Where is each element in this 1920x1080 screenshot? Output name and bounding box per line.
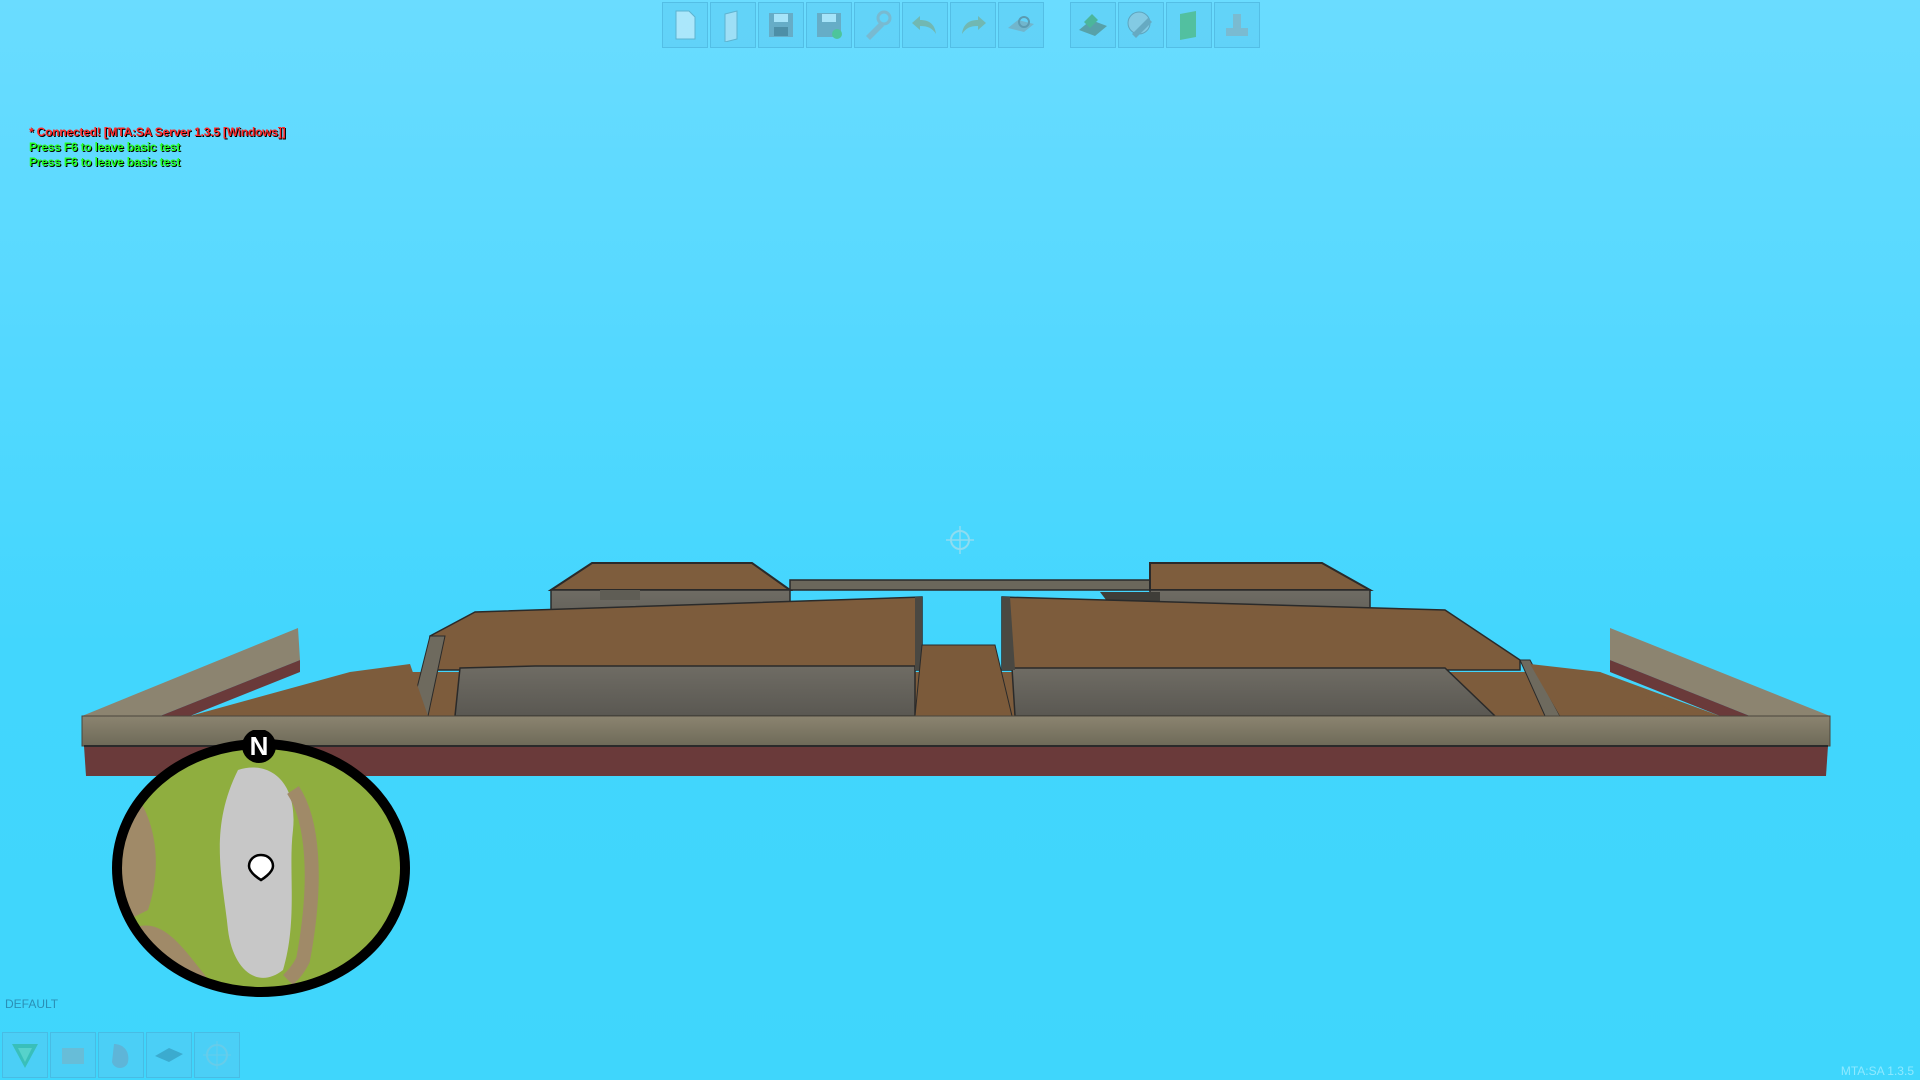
- crosshair-icon: [946, 526, 974, 554]
- save-icon: [769, 13, 793, 37]
- version-label: MTA:SA 1.3.5: [1840, 1064, 1914, 1078]
- bridge-beam: [789, 579, 1161, 591]
- locations-icon: [1008, 16, 1034, 32]
- new-button[interactable]: [662, 2, 708, 48]
- markers-icon: [155, 1048, 183, 1062]
- redo-button[interactable]: [950, 2, 996, 48]
- definitions-icon: [1180, 11, 1196, 40]
- crosshair-tool-button[interactable]: [194, 1032, 240, 1078]
- north-label: N: [250, 731, 269, 761]
- objects-button[interactable]: [2, 1032, 48, 1078]
- test-icon: [1079, 14, 1107, 36]
- undo-button[interactable]: [902, 2, 948, 48]
- current-elements-icon: [1226, 14, 1248, 36]
- peds-button[interactable]: [98, 1032, 144, 1078]
- crosshair-tool-icon: [203, 1041, 231, 1069]
- open-button[interactable]: [710, 2, 756, 48]
- chat-line: * Connected! [MTA:SA Server 1.3.5 [Windo…: [29, 125, 286, 139]
- left-mid-deck: [429, 596, 923, 671]
- mode-label: DEFAULT: [5, 997, 59, 1011]
- objects-icon: [12, 1044, 38, 1068]
- current-elements-button[interactable]: [1214, 2, 1260, 48]
- right-mid-deck: [1001, 596, 1521, 671]
- definitions-button[interactable]: [1166, 2, 1212, 48]
- test-button[interactable]: [1070, 2, 1116, 48]
- vehicles-button[interactable]: [50, 1032, 96, 1078]
- chat-line: Press F6 to leave basic test: [29, 155, 181, 169]
- toolbar-group-file: [662, 2, 1046, 48]
- peds-icon: [112, 1044, 129, 1068]
- center-ramp: [914, 644, 1013, 717]
- chat-line: Press F6 to leave basic test: [29, 140, 181, 154]
- map-settings-button[interactable]: [1118, 2, 1164, 48]
- markers-button[interactable]: [146, 1032, 192, 1078]
- vehicles-icon: [62, 1048, 84, 1064]
- right-upper-top: [1149, 562, 1374, 591]
- map-settings-icon: [1127, 11, 1152, 38]
- chat-log: * Connected! [MTA:SA Server 1.3.5 [Windo…: [29, 125, 286, 170]
- save-as-button[interactable]: [806, 2, 852, 48]
- options-icon: [866, 10, 892, 40]
- left-upper-top: [547, 562, 794, 591]
- save-as-icon: [817, 13, 842, 39]
- new-icon: [675, 10, 696, 40]
- toolbar-group-map: [1070, 2, 1262, 48]
- undo-icon: [912, 16, 936, 34]
- open-icon: [724, 10, 738, 42]
- element-toolbar: [2, 1032, 242, 1078]
- editor-toolbar: [662, 2, 1286, 48]
- save-button[interactable]: [758, 2, 804, 48]
- locations-button[interactable]: [998, 2, 1044, 48]
- redo-icon: [962, 16, 986, 34]
- options-button[interactable]: [854, 2, 900, 48]
- radar-minimap: N: [112, 730, 410, 997]
